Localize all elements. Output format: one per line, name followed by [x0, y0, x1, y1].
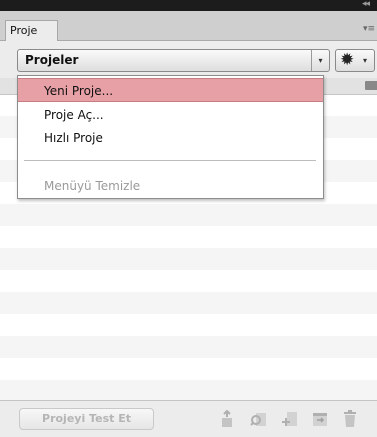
- chevron-down-icon[interactable]: ▾: [311, 50, 329, 71]
- site-dropdown-menu: Yeni Proje... Proje Aç... Hızlı Proje Me…: [17, 75, 324, 199]
- panel-footer: Projeyi Test Et: [0, 400, 377, 437]
- list-row: [0, 380, 377, 402]
- list-row: [0, 358, 377, 380]
- site-select[interactable]: Projeler ▾: [17, 49, 330, 72]
- list-row: [0, 336, 377, 358]
- list-row: [0, 248, 377, 270]
- test-site-button[interactable]: Projeyi Test Et: [19, 408, 154, 430]
- tab-proje[interactable]: Proje: [5, 20, 58, 42]
- menu-item-open-site[interactable]: Proje Aç...: [18, 103, 323, 127]
- menu-item-quick-site[interactable]: Hızlı Proje: [18, 126, 323, 150]
- site-select-value: Projeler: [25, 53, 79, 67]
- add-file-icon[interactable]: [281, 410, 299, 428]
- panel-title-bar: ◂◂: [0, 0, 377, 11]
- chevron-down-icon: ▾: [363, 56, 368, 65]
- gear-icon: ✹: [340, 50, 355, 70]
- sync-icon[interactable]: [311, 410, 329, 428]
- list-row: [0, 292, 377, 314]
- panel-menu-icon[interactable]: ▾≡: [363, 24, 375, 34]
- menu-separator: [24, 160, 316, 162]
- list-row: [0, 226, 377, 248]
- list-row: [0, 270, 377, 292]
- folder-icon: [365, 81, 377, 90]
- search-file-icon[interactable]: [250, 410, 268, 428]
- collapse-icon[interactable]: ◂◂: [362, 0, 370, 9]
- list-row: [0, 314, 377, 336]
- panel-tab-bar: Proje ▾≡: [0, 11, 377, 42]
- menu-item-clear-menu: Menüyü Temizle: [44, 179, 141, 193]
- options-gear-button[interactable]: ✹ ▾: [335, 49, 375, 72]
- list-row: [0, 204, 377, 226]
- upload-icon[interactable]: [218, 409, 236, 428]
- menu-item-new-site[interactable]: Yeni Proje...: [18, 78, 323, 102]
- trash-icon[interactable]: [341, 410, 359, 428]
